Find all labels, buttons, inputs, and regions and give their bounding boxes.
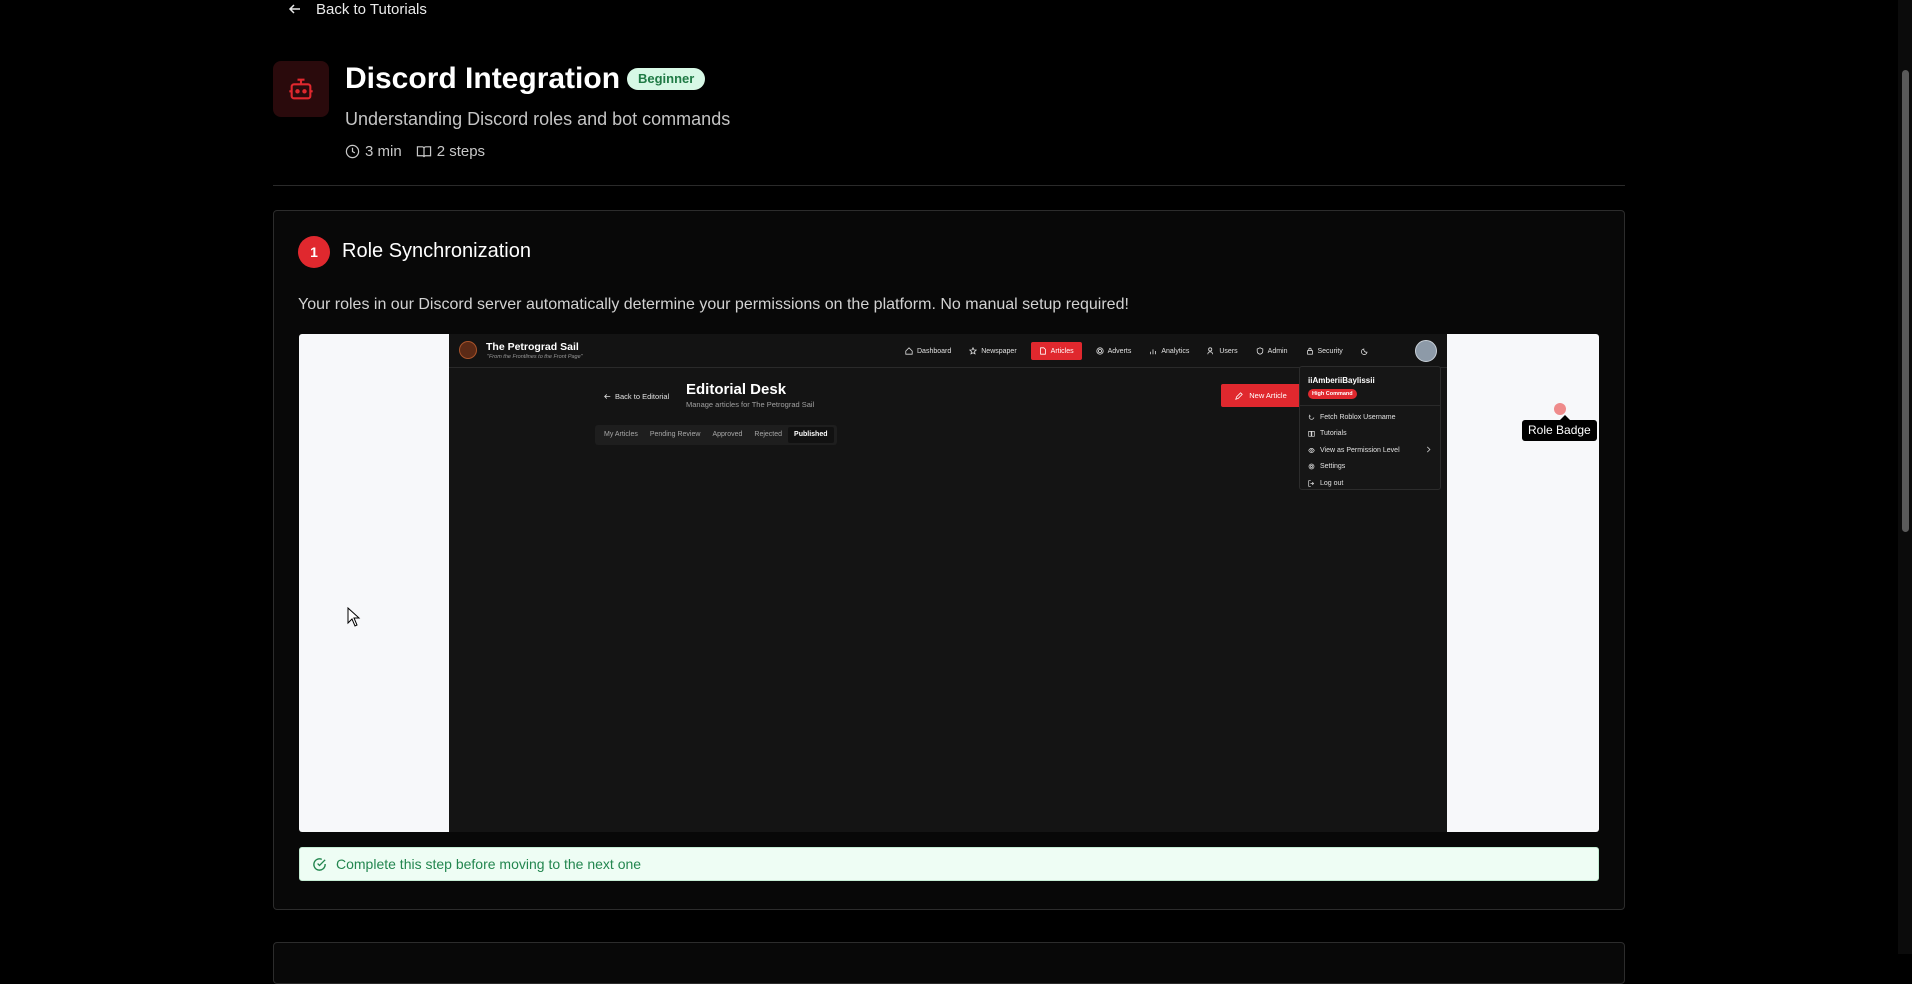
- step-screenshot: The Petrograd Sail "From the Frontlines …: [299, 334, 1599, 832]
- steps-count-label: 2 steps: [436, 143, 486, 160]
- mouse-cursor-icon: [347, 607, 361, 627]
- nav-label: Adverts: [1107, 347, 1132, 355]
- nav-label: Dashboard: [917, 347, 952, 355]
- clock-icon: [345, 144, 360, 159]
- duration: 3 min: [345, 143, 402, 160]
- tab-my-articles: My Articles: [604, 431, 638, 438]
- menu-item-label: View as Permission Level: [1320, 446, 1400, 454]
- step-title: Role Synchronization: [342, 240, 531, 262]
- pen-icon: [1235, 391, 1244, 400]
- editorial-title: Editorial Desk: [686, 381, 787, 398]
- nav-admin: Admin: [1252, 342, 1292, 360]
- check-circle-icon: [313, 857, 326, 871]
- users-icon: [1207, 347, 1214, 355]
- tutorial-icon-tile: [273, 61, 329, 117]
- nav-label: Analytics: [1161, 347, 1190, 355]
- menu-items: Fetch Roblox Username Tutorials View as …: [1308, 409, 1432, 492]
- back-to-editorial-label: Back to Editorial: [615, 392, 670, 401]
- moon-icon: [1360, 348, 1368, 355]
- brand-tagline: "From the Frontlines to the Front Page": [487, 354, 583, 360]
- menu-item-label: Tutorials: [1320, 430, 1347, 438]
- menu-divider: [1300, 405, 1440, 406]
- tab-approved: Approved: [712, 431, 743, 438]
- role-badge: High Command: [1308, 389, 1357, 399]
- next-step-card: [273, 942, 1625, 984]
- refresh-icon: [1308, 414, 1315, 420]
- tab-pending-review: Pending Review: [649, 431, 701, 438]
- nav-label: Security: [1317, 347, 1343, 355]
- tab-rejected: Rejected: [754, 431, 783, 438]
- theme-toggle: [1357, 342, 1373, 360]
- back-to-tutorials-link[interactable]: Back to Tutorials: [288, 0, 427, 18]
- scrollbar-thumb[interactable]: [1902, 70, 1909, 532]
- menu-item-label: Log out: [1320, 479, 1344, 487]
- header-divider: [273, 185, 1625, 186]
- screenshot-nav: Dashboard Newspaper Articles Adverts Ana…: [901, 342, 1373, 360]
- menu-item-label: Settings: [1320, 463, 1346, 471]
- arrow-left-icon: [288, 4, 300, 14]
- step-notice-text: Complete this step before moving to the …: [336, 856, 642, 872]
- duration-label: 3 min: [365, 143, 402, 160]
- menu-item-view-as: View as Permission Level: [1308, 442, 1432, 459]
- new-article-button: New Article: [1221, 384, 1301, 407]
- nav-adverts: Adverts: [1092, 342, 1136, 360]
- logout-icon: [1308, 480, 1315, 487]
- nav-dashboard: Dashboard: [901, 342, 955, 360]
- article-tabs: My Articles Pending Review Approved Reje…: [595, 425, 837, 445]
- new-article-label: New Article: [1249, 391, 1287, 400]
- home-icon: [905, 347, 913, 355]
- editorial-subtitle: Manage articles for The Petrograd Sail: [686, 400, 815, 409]
- nav-users: Users: [1203, 342, 1241, 360]
- nav-articles: Articles: [1030, 342, 1082, 360]
- nav-label: Newspaper: [981, 347, 1017, 355]
- avatar: [1415, 340, 1437, 362]
- nav-newspaper: Newspaper: [965, 342, 1020, 360]
- nav-analytics: Analytics: [1145, 342, 1193, 360]
- level-badge: Beginner: [627, 68, 706, 90]
- menu-item-label: Fetch Roblox Username: [1320, 413, 1396, 421]
- menu-username: iiAmberiiBaylissii: [1308, 376, 1375, 385]
- menu-item-tutorials: Tutorials: [1308, 426, 1432, 443]
- brand-logo: [459, 341, 477, 359]
- lock-icon: [1306, 347, 1313, 355]
- step-card: 1 Role Synchronization Your roles in our…: [273, 210, 1625, 910]
- gear-icon: [1308, 463, 1315, 470]
- steps-count: 2 steps: [416, 143, 485, 160]
- bot-icon: [289, 78, 313, 100]
- page-subtitle: Understanding Discord roles and bot comm…: [345, 109, 731, 129]
- file-icon: [1039, 347, 1046, 355]
- screenshot-navbar: The Petrograd Sail "From the Frontlines …: [449, 334, 1447, 368]
- menu-item-settings: Settings: [1308, 459, 1432, 476]
- book-open-icon: [416, 146, 431, 158]
- chevron-right-icon: [1426, 446, 1431, 453]
- shield-icon: [1256, 347, 1263, 355]
- nav-label: Users: [1219, 347, 1238, 355]
- tutorial-meta: 3 min 2 steps: [345, 143, 485, 160]
- nav-security: Security: [1302, 342, 1347, 360]
- chart-icon: [1150, 349, 1157, 355]
- back-to-editorial: Back to Editorial: [604, 392, 669, 401]
- page-title: Discord Integration: [345, 62, 621, 95]
- step-number: 1: [298, 236, 330, 268]
- tab-published: Published: [788, 427, 834, 443]
- nav-label: Admin: [1267, 347, 1288, 355]
- menu-item-fetch-roblox: Fetch Roblox Username: [1308, 409, 1432, 426]
- gear-icon: [1096, 347, 1104, 355]
- step-description: Your roles in our Discord server automat…: [298, 296, 1129, 313]
- arrow-left-icon: [604, 394, 611, 399]
- highlight-dot: [1554, 403, 1566, 415]
- step-notice: Complete this step before moving to the …: [299, 847, 1599, 881]
- user-menu: iiAmberiiBaylissii High Command Fetch Ro…: [1299, 366, 1441, 490]
- book-icon: [1308, 431, 1315, 437]
- menu-item-logout: Log out: [1308, 475, 1432, 492]
- back-link-label: Back to Tutorials: [316, 0, 427, 18]
- star-icon: [969, 347, 978, 355]
- role-badge-tooltip: Role Badge: [1522, 415, 1597, 441]
- brand-name: The Petrograd Sail: [486, 341, 579, 353]
- eye-icon: [1308, 447, 1315, 453]
- nav-label: Articles: [1050, 347, 1074, 355]
- screenshot-app: The Petrograd Sail "From the Frontlines …: [449, 334, 1447, 832]
